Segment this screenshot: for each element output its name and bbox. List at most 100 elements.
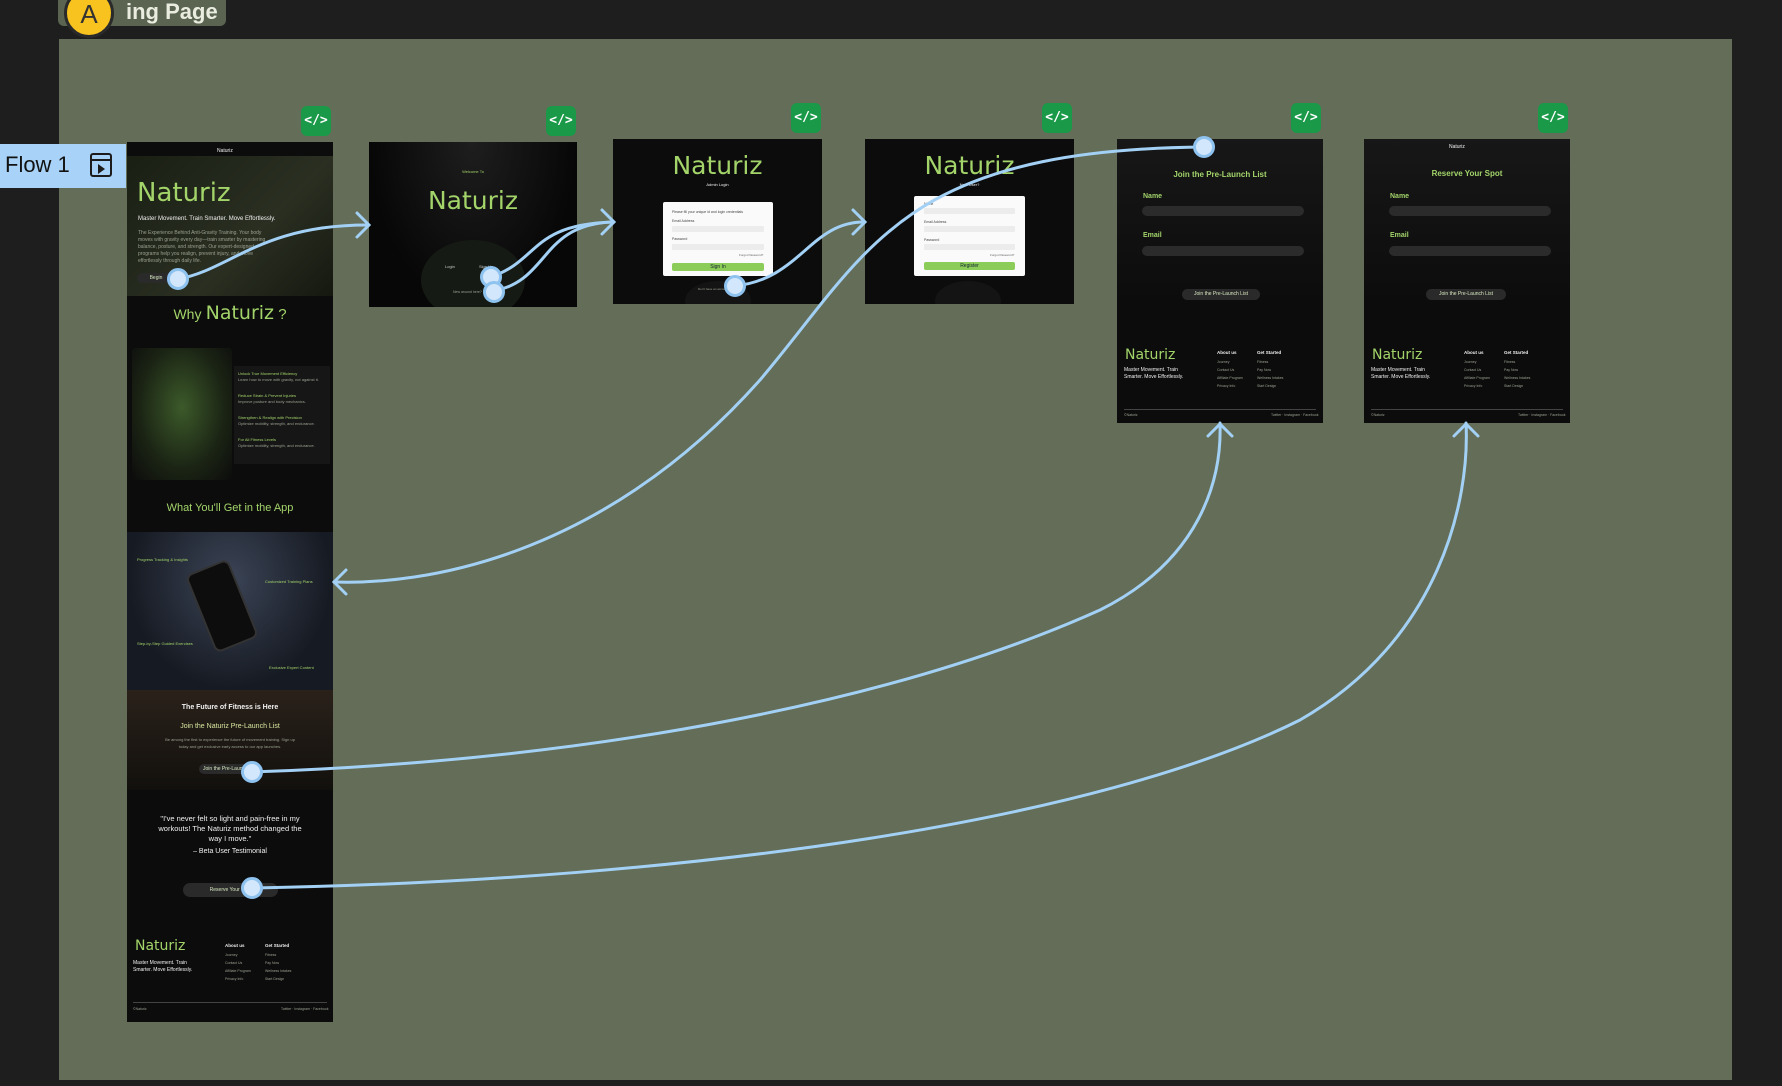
- features-list: Unlock True Movement Efficiency Learn ho…: [234, 366, 330, 464]
- footer-tagline: Master Movement. Train Smarter. Move Eff…: [133, 960, 193, 973]
- password-field[interactable]: [924, 244, 1015, 250]
- name-label: Name: [924, 202, 934, 206]
- register-bottom-circle: [935, 281, 1001, 304]
- code-badge-icon[interactable]: </>: [546, 106, 576, 136]
- frame-prelaunch[interactable]: Join the Pre-Launch List Name Email Join…: [1117, 139, 1323, 423]
- connector-handle[interactable]: [241, 761, 263, 783]
- footer-link[interactable]: Pay Now: [265, 960, 279, 967]
- connector-handle[interactable]: [483, 281, 505, 303]
- why-prefix: Why: [173, 306, 202, 322]
- email-label: Email Address: [672, 219, 695, 223]
- footer-copyright: ©Naturiz: [133, 1007, 147, 1011]
- password-label: Password: [672, 237, 688, 241]
- future-description: Be among the first to experience the fut…: [165, 737, 295, 749]
- footer-link[interactable]: Pay Now: [1504, 367, 1518, 374]
- footer-social[interactable]: Twitter · Instagram · Facebook: [1518, 412, 1565, 419]
- section-title: ing Page: [126, 0, 218, 24]
- code-badge-icon[interactable]: </>: [1291, 103, 1321, 133]
- name-label: Name: [1143, 193, 1163, 200]
- app-showcase-background: Progress Tracking & Insights Customized …: [127, 532, 333, 690]
- connector-handle[interactable]: [1193, 136, 1215, 158]
- prelaunch-background: [1117, 139, 1323, 304]
- forgot-password-link[interactable]: Forgot Password?: [990, 252, 1014, 259]
- footer-brand: Naturiz: [1372, 347, 1423, 363]
- app-heading: What You'll Get in the App: [166, 502, 294, 514]
- code-badge-icon[interactable]: </>: [1042, 103, 1072, 133]
- reserve-title: Reserve Your Spot: [1431, 169, 1503, 178]
- footer-link[interactable]: Contact Us: [225, 960, 242, 967]
- frame-landing-page[interactable]: Naturiz Naturiz Master Movement. Train S…: [127, 142, 333, 1022]
- footer-brand: Naturiz: [1125, 347, 1176, 363]
- email-field[interactable]: [672, 226, 764, 232]
- sign-in-button[interactable]: Sign In: [672, 263, 764, 271]
- reserve-spot-button[interactable]: Reserve Your Spot: [183, 883, 278, 897]
- flow-label[interactable]: Flow 1: [0, 144, 126, 188]
- footer-link[interactable]: Privacy Info: [1217, 383, 1235, 390]
- code-badge-icon[interactable]: </>: [301, 106, 331, 136]
- register-button[interactable]: Register: [924, 262, 1015, 270]
- footer-link[interactable]: Start Design: [1257, 383, 1276, 390]
- password-label: Password: [924, 238, 940, 242]
- testimonial-author: – Beta User Testimonial: [193, 848, 267, 855]
- forgot-password-link[interactable]: Forgot Password?: [739, 252, 763, 259]
- avatar[interactable]: A: [64, 0, 114, 38]
- hero-subtitle: Master Movement. Train Smarter. Move Eff…: [138, 216, 276, 222]
- footer-divider: [133, 1002, 327, 1003]
- footer-link[interactable]: Affiliate Program: [1464, 375, 1490, 382]
- splash-login-button[interactable]: Login: [445, 263, 455, 270]
- footer-link[interactable]: Fitness: [265, 952, 276, 959]
- footer-link[interactable]: Journey: [1217, 359, 1229, 366]
- footer-col1-title: About us: [1217, 350, 1237, 355]
- play-flow-icon[interactable]: [90, 153, 112, 177]
- why-suffix: ?: [278, 306, 287, 323]
- footer-link[interactable]: Fitness: [1504, 359, 1515, 366]
- footer-link[interactable]: Fitness: [1257, 359, 1268, 366]
- footer-link[interactable]: Contact Us: [1217, 367, 1234, 374]
- footer-link[interactable]: Wellness Intakes: [1257, 375, 1283, 382]
- email-field[interactable]: [924, 226, 1015, 232]
- footer-link[interactable]: Affiliate Program: [225, 968, 251, 975]
- future-title: The Future of Fitness is Here: [181, 704, 279, 711]
- footer-link[interactable]: Wellness Intakes: [265, 968, 291, 975]
- footer-link[interactable]: Contact Us: [1464, 367, 1481, 374]
- frame-reserve-spot[interactable]: Naturiz Reserve Your Spot Name Email Joi…: [1364, 139, 1570, 423]
- footer-link[interactable]: Wellness Intakes: [1504, 375, 1530, 382]
- code-badge-icon[interactable]: </>: [791, 103, 821, 133]
- frame-login[interactable]: Naturiz Admin Login Please fill your uni…: [613, 139, 822, 304]
- reserve-background: [1364, 139, 1570, 304]
- reserve-join-button[interactable]: Join the Pre-Launch List: [1426, 289, 1506, 300]
- footer-link[interactable]: Start Design: [265, 976, 284, 983]
- code-badge-icon[interactable]: </>: [1538, 103, 1568, 133]
- password-field[interactable]: [672, 244, 764, 250]
- email-field[interactable]: [1389, 246, 1551, 256]
- login-card-heading: Please fill your unique id and login cre…: [672, 210, 744, 214]
- name-field[interactable]: [1389, 206, 1551, 216]
- footer-tagline: Master Movement. Train Smarter. Move Eff…: [1124, 367, 1184, 380]
- frame-splash[interactable]: Welcome To Naturiz Login Sign Up New aro…: [369, 142, 577, 307]
- join-prelaunch-button[interactable]: Join the Pre-Launch List: [1182, 289, 1260, 300]
- footer-col2-title: Get Started: [1504, 350, 1529, 355]
- phone-mockup-image: [184, 558, 260, 654]
- email-field[interactable]: [1142, 246, 1304, 256]
- future-section: The Future of Fitness is Here Join the N…: [127, 690, 333, 790]
- name-field[interactable]: [924, 208, 1015, 214]
- footer-link[interactable]: Journey: [1464, 359, 1476, 366]
- connector-handle[interactable]: [241, 877, 263, 899]
- footer-link[interactable]: Start Design: [1504, 383, 1523, 390]
- name-field[interactable]: [1142, 206, 1304, 216]
- testimonial-quote: "I've never felt so light and pain-free …: [158, 814, 302, 843]
- landing-nav-brand: Naturiz: [217, 148, 233, 154]
- connector-handle[interactable]: [724, 275, 746, 297]
- footer-divider: [1124, 409, 1316, 410]
- footer-social[interactable]: Twitter · Instagram · Facebook: [281, 1006, 328, 1013]
- footer-link[interactable]: Pay Now: [1257, 367, 1271, 374]
- footer-social[interactable]: Twitter · Instagram · Facebook: [1271, 412, 1318, 419]
- footer-link[interactable]: Affiliate Program: [1217, 375, 1243, 382]
- feature-desc: Optimize mobility, strength, and enduran…: [238, 443, 315, 448]
- footer-link[interactable]: Privacy Info: [225, 976, 243, 983]
- register-subtitle: New User?: [959, 182, 980, 187]
- footer-link[interactable]: Journey: [225, 952, 237, 959]
- footer-link[interactable]: Privacy Info: [1464, 383, 1482, 390]
- frame-register[interactable]: Naturiz New User? Name Email Address Pas…: [865, 139, 1074, 304]
- connector-handle[interactable]: [167, 268, 189, 290]
